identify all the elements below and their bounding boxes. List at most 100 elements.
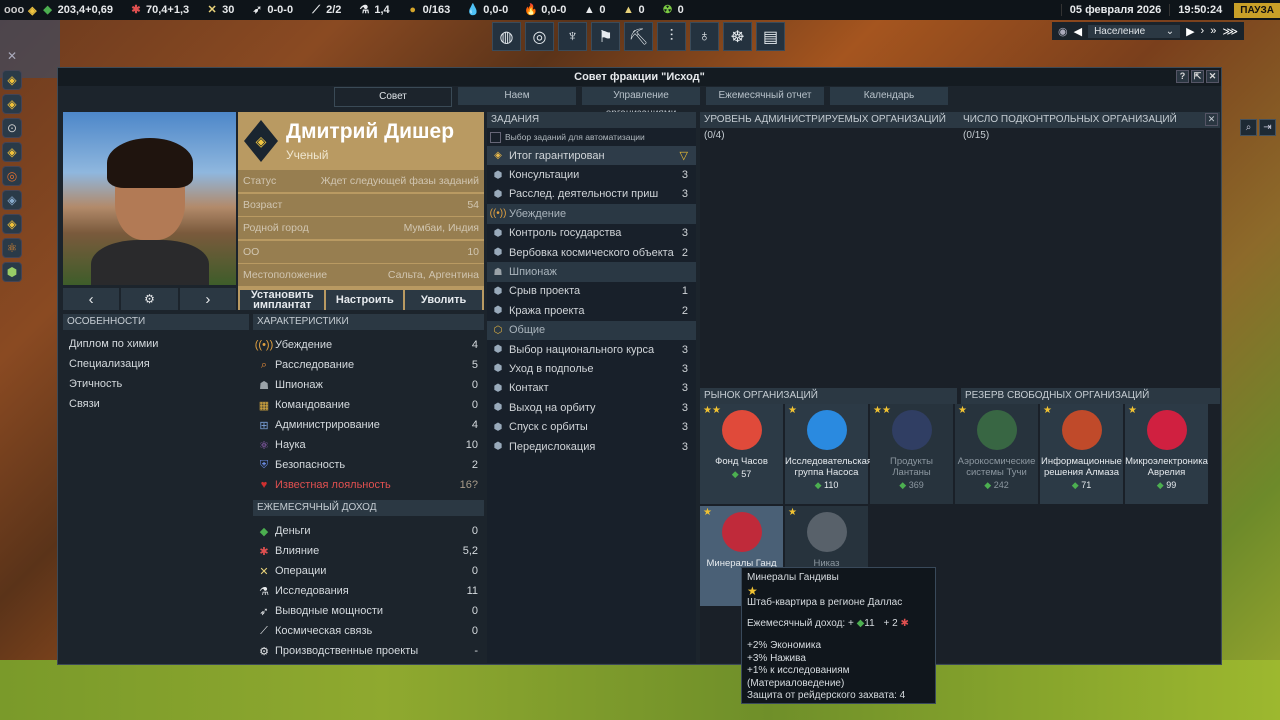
fire-button[interactable]: Уволить bbox=[405, 290, 483, 310]
mission-row[interactable]: ⬢ Консультации 3 bbox=[487, 165, 696, 184]
resource-4[interactable]: ⟋ 2/2 bbox=[309, 3, 341, 17]
resource-11[interactable]: ☢ 0 bbox=[661, 3, 684, 17]
faction-icon[interactable]: ◈ bbox=[28, 4, 36, 17]
network-icon[interactable]: ♆ bbox=[558, 22, 587, 51]
speed-3-icon[interactable]: ⋙ bbox=[1222, 25, 1238, 38]
councilor-icon[interactable]: ⊙ bbox=[2, 118, 22, 138]
resource-2[interactable]: ✕ 30 bbox=[205, 3, 235, 17]
resource-value: 0 bbox=[599, 4, 606, 16]
mission-row[interactable]: ⬢ Уход в подполье 3 bbox=[487, 359, 696, 378]
mission-row[interactable]: ⬢ Кража проекта 2 bbox=[487, 301, 696, 320]
brain-icon[interactable]: ☸ bbox=[723, 22, 752, 51]
trait-item[interactable]: Диплом по химии bbox=[63, 334, 249, 354]
menu-button[interactable]: ooo bbox=[0, 4, 28, 16]
mission-row[interactable]: ⬢ Спуск с орбиты 3 bbox=[487, 417, 696, 436]
resource-value: 2/2 bbox=[326, 4, 342, 16]
flags-icon[interactable]: ⚑ bbox=[591, 22, 620, 51]
mission-row[interactable]: ⬢ Передислокация 3 bbox=[487, 437, 696, 456]
help-button[interactable]: ? bbox=[1176, 70, 1189, 83]
globe-icon[interactable]: ◍ bbox=[492, 22, 521, 51]
mission-row[interactable]: ⬢ Расслед. деятельности приш 3 bbox=[487, 185, 696, 204]
mission-row[interactable]: ⬢ Контакт 3 bbox=[487, 379, 696, 398]
collapse-icon[interactable]: ⇥ bbox=[1259, 119, 1276, 136]
popout-button[interactable]: ⇱ bbox=[1191, 70, 1204, 83]
councilor-icon[interactable]: ◈ bbox=[2, 70, 22, 90]
mission-row[interactable]: ◈ Итог гарантирован ▽ bbox=[487, 146, 696, 166]
org-logo bbox=[1147, 410, 1187, 450]
trait-item[interactable]: Связи bbox=[63, 394, 249, 414]
mission-row[interactable]: ⬢ Вербовка космического объекта 2 bbox=[487, 243, 696, 262]
mission-row[interactable]: ⬢ Контроль государства 3 bbox=[487, 224, 696, 243]
org-card[interactable]: ★ Микроэлектроника Аврелия ◆ 99 bbox=[1125, 404, 1208, 504]
trait-item[interactable]: Этичность bbox=[63, 374, 249, 394]
construction-icon[interactable]: ⛏ bbox=[624, 22, 653, 51]
automation-checkbox[interactable] bbox=[490, 131, 501, 143]
resource-value: 1,4 bbox=[374, 4, 390, 16]
portrait-change-button[interactable]: ⚙ bbox=[121, 288, 178, 310]
attributes-row: ⛨ Безопасность 2 bbox=[253, 455, 484, 475]
next-councilor-button[interactable]: › bbox=[179, 288, 236, 310]
councilor-icon[interactable]: ⚛ bbox=[2, 238, 22, 258]
mission-row[interactable]: ⬢ Выбор национального курса 3 bbox=[487, 340, 696, 359]
tab-0[interactable]: Совет bbox=[334, 87, 452, 107]
search-icon[interactable]: ⌕ bbox=[1240, 119, 1257, 136]
resource-1[interactable]: ✱ 70,4+1,3 bbox=[129, 3, 189, 17]
councilor-icon[interactable]: ◎ bbox=[2, 166, 22, 186]
operations-icon: ✕ bbox=[259, 565, 269, 578]
councilor-icon[interactable]: ⬢ bbox=[2, 262, 22, 282]
councilor-icon[interactable]: ◈ bbox=[2, 190, 22, 210]
pause-indicator[interactable]: ПАУЗА bbox=[1234, 2, 1280, 18]
prev-arrow-icon[interactable]: ◀ bbox=[1074, 25, 1082, 38]
close-button[interactable]: ✕ bbox=[1206, 70, 1219, 83]
report-icon[interactable]: ▤ bbox=[756, 22, 785, 51]
resource-7[interactable]: 💧 0,0-0 bbox=[466, 3, 508, 17]
tab-2[interactable]: Управление организациями bbox=[582, 87, 700, 119]
councilor-icon[interactable]: ◈ bbox=[2, 214, 22, 234]
mission-icon: ⬢ bbox=[493, 382, 503, 394]
bulb-icon[interactable]: ♁ bbox=[690, 22, 719, 51]
sliders-icon[interactable]: ⫶ bbox=[657, 22, 686, 51]
councilor-icon[interactable]: ◈ bbox=[2, 94, 22, 114]
prev-councilor-button[interactable]: ‹ bbox=[63, 288, 120, 310]
org-name: Исследовательская группа Насоса bbox=[785, 456, 873, 478]
resource-5[interactable]: ⚗ 1,4 bbox=[357, 3, 389, 17]
tooltip-income: Ежемесячный доход: + ◆11 + 2 ✱ bbox=[747, 617, 909, 629]
mission-icon: ⬢ bbox=[493, 441, 503, 453]
resource-3[interactable]: ➶ 0-0-0 bbox=[250, 3, 293, 17]
org-card[interactable]: ★ Аэрокосмические системы Тучи ◆ 242 bbox=[955, 404, 1038, 504]
close-orgs-icon[interactable]: ✕ bbox=[1205, 113, 1218, 126]
speed-1-icon[interactable]: › bbox=[1201, 25, 1205, 37]
mission-icon: ⬢ bbox=[493, 169, 503, 181]
org-value: ◆ 242 bbox=[984, 480, 1009, 490]
layer-dropdown[interactable]: Население ⌄ bbox=[1088, 24, 1181, 38]
org-stars: ★ bbox=[788, 507, 797, 518]
attributes-value: 5 bbox=[471, 359, 478, 371]
target-icon[interactable]: ◎ bbox=[525, 22, 554, 51]
play-icon[interactable]: ▶ bbox=[1186, 25, 1194, 38]
org-card[interactable]: ★ Информационные решения Алмаза ◆ 71 bbox=[1040, 404, 1123, 504]
tab-1[interactable]: Наем bbox=[458, 87, 576, 105]
speed-2-icon[interactable]: » bbox=[1210, 25, 1216, 37]
close-icon[interactable]: ✕ bbox=[2, 46, 22, 66]
globe-small-icon[interactable]: ◉ bbox=[1058, 25, 1068, 38]
resource-10[interactable]: ▲ 0 bbox=[621, 3, 645, 17]
org-card[interactable]: ★★ Фонд Часов ◆ 57 bbox=[700, 404, 783, 504]
resource-0[interactable]: ◆ 203,4+0,69 bbox=[41, 3, 113, 17]
resource-6[interactable]: ● 0/163 bbox=[406, 3, 450, 17]
window-title: Совет фракции "Исход" ? ⇱ ✕ bbox=[58, 68, 1221, 86]
configure-button[interactable]: Настроить bbox=[326, 290, 404, 310]
councilor-icon[interactable]: ◈ bbox=[2, 142, 22, 162]
org-logo bbox=[977, 410, 1017, 450]
tab-3[interactable]: Ежемесячный отчет bbox=[706, 87, 824, 105]
org-card[interactable]: ★★ Продукты Лантаны ◆ 369 bbox=[870, 404, 953, 504]
resource-9[interactable]: ▲ 0 bbox=[582, 3, 606, 17]
mission-row[interactable]: ⬢ Срыв проекта 1 bbox=[487, 282, 696, 301]
attributes-row: ⚛ Наука 10 bbox=[253, 435, 484, 455]
org-card[interactable]: ★ Исследовательская группа Насоса ◆ 110 bbox=[785, 404, 873, 504]
trait-item[interactable]: Специализация bbox=[63, 354, 249, 374]
resource-8[interactable]: 🔥 0,0-0 bbox=[524, 3, 566, 17]
mission-row[interactable]: ⬢ Выход на орбиту 3 bbox=[487, 398, 696, 417]
install-implant-button[interactable]: Установить имплантат bbox=[240, 290, 325, 311]
research-icon: ⚗ bbox=[359, 4, 370, 16]
tab-4[interactable]: Календарь bbox=[830, 87, 948, 105]
